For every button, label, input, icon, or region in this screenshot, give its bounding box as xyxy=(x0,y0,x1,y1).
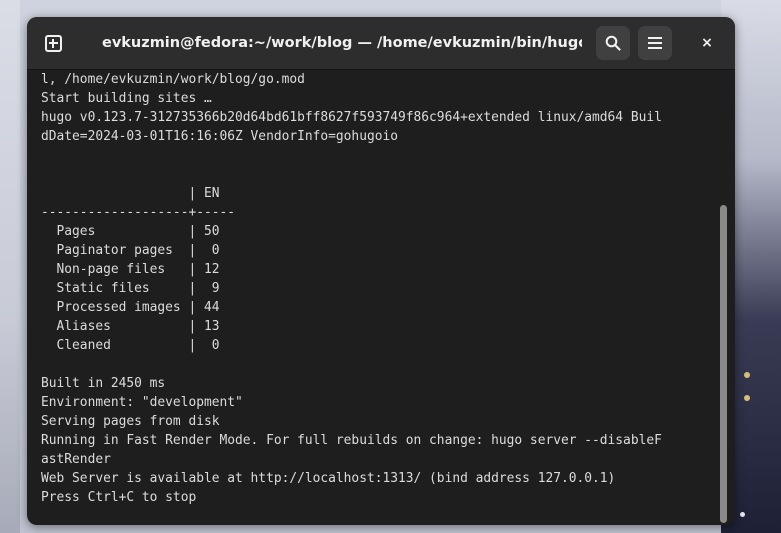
terminal-line: Paginator pages | 0 xyxy=(41,243,220,258)
terminal-line: Press Ctrl+C to stop xyxy=(41,490,197,505)
header-bar: evkuzmin@fedora:~/work/blog — /home/evku… xyxy=(27,17,735,70)
close-icon: × xyxy=(701,35,713,51)
terminal-line: Static files | 9 xyxy=(41,281,220,296)
close-button[interactable]: × xyxy=(690,26,724,60)
window-title: evkuzmin@fedora:~/work/blog — /home/evku… xyxy=(102,35,582,51)
terminal-line: | EN xyxy=(41,186,220,201)
terminal-line: Pages | 50 xyxy=(41,224,220,239)
terminal-output[interactable]: l, /home/evkuzmin/work/blog/go.mod Start … xyxy=(41,70,717,520)
wallpaper-star xyxy=(744,395,750,401)
terminal-line: Aliases | 13 xyxy=(41,319,220,334)
wallpaper-star xyxy=(744,372,750,378)
terminal-line: -------------------+----- xyxy=(41,205,236,220)
terminal-line: Running in Fast Render Mode. For full re… xyxy=(41,433,662,448)
terminal-line: Serving pages from disk xyxy=(41,414,220,429)
terminal-line: Processed images | 44 xyxy=(41,300,220,315)
terminal-line: dDate=2024-03-01T16:16:06Z VendorInfo=go… xyxy=(41,129,398,144)
terminal-line: Built in 2450 ms xyxy=(41,376,166,391)
wallpaper-star xyxy=(740,512,745,517)
main-menu-button[interactable] xyxy=(638,26,672,60)
scrollbar-thumb[interactable] xyxy=(720,205,727,523)
terminal-line: Web Server is available at http://localh… xyxy=(41,471,616,486)
terminal-line: l, /home/evkuzmin/work/blog/go.mod xyxy=(41,72,305,87)
terminal-window: evkuzmin@fedora:~/work/blog — /home/evku… xyxy=(27,17,735,525)
new-tab-icon xyxy=(44,34,62,52)
terminal-line: Start building sites … xyxy=(41,91,212,106)
terminal-line: hugo v0.123.7-312735366b20d64bd61bff8627… xyxy=(41,110,662,125)
hamburger-menu-icon xyxy=(648,37,662,49)
search-button[interactable] xyxy=(596,26,630,60)
terminal-line: Cleaned | 0 xyxy=(41,338,220,353)
search-icon xyxy=(605,35,621,51)
terminal-line: Environment: "development" xyxy=(41,395,243,410)
new-tab-button[interactable] xyxy=(36,26,70,60)
terminal-line: Non-page files | 12 xyxy=(41,262,220,277)
desktop-wallpaper-left xyxy=(0,0,20,533)
terminal-line: astRender xyxy=(41,452,111,467)
